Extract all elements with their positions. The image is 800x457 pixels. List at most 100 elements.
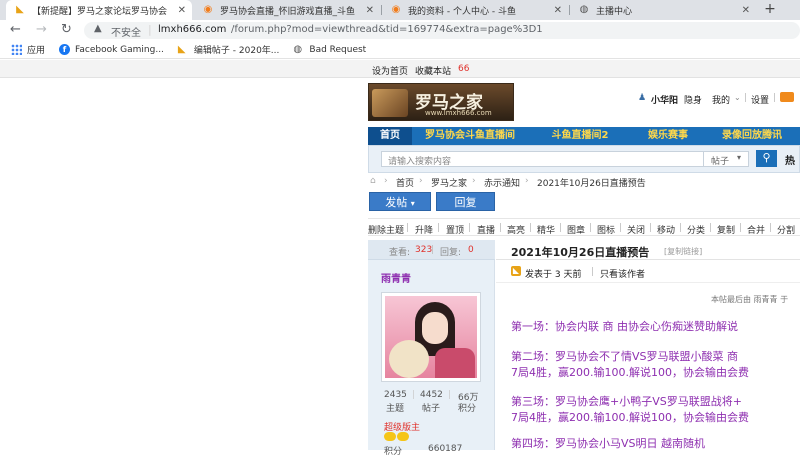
tab-streamer-center[interactable]: ◍ 主播中心 ✕ bbox=[570, 0, 756, 20]
nav-douyu-room-2[interactable]: 斗鱼直播间2 bbox=[528, 127, 632, 145]
tab-my-profile[interactable]: ◉ 我的资料 - 个人中心 - 斗鱼 ✕ bbox=[382, 0, 568, 20]
mod-split[interactable]: 分割 bbox=[777, 223, 795, 236]
search-icon: ⚲ bbox=[762, 151, 771, 164]
post-line: 7局4胜，赢200.输100.解说100，协会输由会费 bbox=[511, 366, 749, 379]
site-logo[interactable]: 罗马之家 www.lmxh666.com bbox=[368, 83, 514, 121]
dropdown-triangle-icon: ▾ bbox=[737, 153, 742, 162]
post-line: 7局4胜，赢200.输100.解说100，协会输由会费 bbox=[511, 411, 749, 424]
mod-category[interactable]: 分类 bbox=[687, 223, 705, 236]
nav-home[interactable]: 首页 bbox=[368, 127, 412, 145]
tab-title: 我的资料 - 个人中心 - 斗鱼 bbox=[408, 6, 516, 17]
breadcrumb-forum[interactable]: 罗马之家 bbox=[431, 176, 467, 189]
tab-title: 主播中心 bbox=[596, 6, 633, 17]
post-line: 第四场：罗马协会小马VS明日 越南随机 bbox=[511, 437, 706, 450]
facebook-icon: f bbox=[59, 44, 71, 55]
message-icon[interactable] bbox=[780, 92, 794, 102]
mod-merge[interactable]: 合并 bbox=[747, 223, 765, 236]
mod-live[interactable]: 直播 bbox=[477, 223, 495, 236]
author-name[interactable]: 雨青青 bbox=[381, 270, 411, 285]
bookmark-edit-post[interactable]: ◣ 编辑帖子 - 2020年... bbox=[178, 43, 279, 56]
my-menu[interactable]: 我的 bbox=[712, 93, 730, 106]
insecure-label[interactable]: 不安全 bbox=[111, 24, 141, 39]
hot-search-label: 热 bbox=[785, 156, 795, 167]
mod-close[interactable]: 关闭 bbox=[627, 223, 645, 236]
nav-replay[interactable]: 录像回放腾讯 bbox=[704, 127, 800, 145]
breadcrumb-section[interactable]: 赤示通知 bbox=[484, 176, 520, 189]
author-only-link[interactable]: 只看该作者 bbox=[600, 267, 645, 280]
tab-title: 【新提醒】罗马之家论坛罗马协会 bbox=[32, 6, 168, 17]
forward-icon[interactable]: → bbox=[36, 22, 47, 38]
nav-esports[interactable]: 娱乐赛事 bbox=[632, 127, 704, 145]
mod-delete-thread[interactable]: 删除主题 bbox=[368, 223, 404, 236]
user-icon: ♟ bbox=[638, 93, 647, 103]
apps-grid-icon bbox=[11, 44, 22, 55]
bookmark-facebook-gaming[interactable]: f Facebook Gaming... bbox=[59, 44, 164, 55]
mod-copy[interactable]: 复制 bbox=[717, 223, 735, 236]
mod-bump[interactable]: 升降 bbox=[415, 223, 433, 236]
mod-icon[interactable]: 图标 bbox=[597, 223, 615, 236]
post-content-column: 2021年10月26日直播预告 [复制链接] ◣ 发表于 3 天前 | 只看该作… bbox=[496, 240, 800, 450]
threads-count[interactable]: 2435 bbox=[384, 390, 407, 400]
avatar[interactable] bbox=[381, 292, 481, 382]
site-top-strip: 设为首页 收藏本站 66 bbox=[0, 60, 800, 78]
user-status[interactable]: 隐身 bbox=[684, 93, 702, 106]
url-domain: lmxh666.com bbox=[158, 24, 227, 35]
replies-count: 0 bbox=[468, 245, 474, 255]
breadcrumb-home[interactable]: 首页 bbox=[396, 176, 414, 189]
breadcrumb: ⌂ › 首页 › 罗马之家 › 赤示通知 › 2021年10月26日直播预告 bbox=[370, 176, 646, 189]
thread-title: 2021年10月26日直播预告 bbox=[511, 246, 650, 259]
url-path: /forum.php?mod=viewthread&tid=169774&ext… bbox=[231, 24, 543, 35]
author-column: 查看: 323 | 回复: 0 雨青青 2435 主题 | 4452 帖子 | … bbox=[368, 240, 495, 457]
mod-move[interactable]: 移动 bbox=[657, 223, 675, 236]
new-tab-button[interactable]: + bbox=[760, 0, 780, 20]
bookmarks-bar: 应用 f Facebook Gaming... ◣ 编辑帖子 - 2020年..… bbox=[0, 41, 800, 59]
author-stats: 2435 主题 | 4452 帖子 | 66万 积分 bbox=[384, 390, 479, 414]
mod-digest[interactable]: 精华 bbox=[537, 223, 555, 236]
post-time: 发表于 3 天前 bbox=[525, 270, 582, 280]
close-tab-icon[interactable]: ✕ bbox=[554, 5, 562, 16]
close-tab-icon[interactable]: ✕ bbox=[178, 5, 186, 16]
post-line: 第一场：协会内联 商 由协会心伤痴迷赞助解说 bbox=[511, 320, 738, 333]
url-omnibox[interactable]: ▲ 不安全 | lmxh666.com /forum.php?mod=viewt… bbox=[84, 22, 800, 39]
reload-icon[interactable]: ↻ bbox=[61, 22, 72, 38]
set-home-link[interactable]: 设为首页 bbox=[372, 64, 408, 77]
copy-link[interactable]: [复制链接] bbox=[664, 246, 702, 257]
search-scope-select[interactable]: 帖子 ▾ bbox=[703, 151, 749, 167]
close-tab-icon[interactable]: ✕ bbox=[742, 5, 750, 16]
back-icon[interactable]: ← bbox=[10, 22, 21, 38]
close-tab-icon[interactable]: ✕ bbox=[366, 5, 374, 16]
rank-star-icon bbox=[384, 432, 396, 441]
online-count: 66 bbox=[458, 64, 470, 74]
tab-douyu-live[interactable]: ◉ 罗马协会直播_怀旧游戏直播_斗鱼 ✕ bbox=[194, 0, 380, 20]
warning-icon[interactable]: ▲ bbox=[94, 23, 102, 34]
views-count: 323 bbox=[415, 245, 433, 255]
chevron-down-icon: ▾ bbox=[410, 199, 415, 208]
browser-tab-bar: ◣ 【新提醒】罗马之家论坛罗马协会 ✕ ◉ 罗马协会直播_怀旧游戏直播_斗鱼 ✕… bbox=[0, 0, 800, 20]
mod-highlight[interactable]: 高亮 bbox=[507, 223, 525, 236]
new-post-button[interactable]: 发帖 ▾ bbox=[369, 192, 431, 211]
globe-icon: ◍ bbox=[293, 44, 303, 55]
home-icon[interactable]: ⌂ bbox=[370, 176, 376, 186]
bookmark-bad-request[interactable]: ◍ Bad Request bbox=[293, 44, 366, 55]
points-value: 660187 bbox=[428, 444, 463, 454]
rank-star-icon bbox=[397, 432, 409, 441]
posts-count[interactable]: 4452 bbox=[420, 390, 443, 400]
bookmark-site-link[interactable]: 收藏本站 bbox=[415, 64, 451, 77]
settings-link[interactable]: 设置 bbox=[751, 93, 769, 106]
search-button[interactable]: ⚲ bbox=[756, 150, 777, 167]
edit-note: 本帖最后由 雨青青 于 bbox=[711, 295, 789, 304]
globe-icon: ◍ bbox=[579, 4, 589, 15]
thread-header: 2021年10月26日直播预告 [复制链接] bbox=[496, 240, 800, 260]
post-line: 第二场：罗马协会不了情VS罗马联盟小酸菜 商 bbox=[511, 350, 739, 363]
search-input[interactable]: 请输入搜索内容 bbox=[381, 151, 707, 167]
mod-sticky[interactable]: 置顶 bbox=[446, 223, 464, 236]
online-status-icon: ◣ bbox=[511, 266, 521, 276]
nav-douyu-room[interactable]: 罗马协会斗鱼直播间 bbox=[412, 127, 528, 145]
tab-roma-forum[interactable]: ◣ 【新提醒】罗马之家论坛罗马协会 ✕ bbox=[6, 0, 192, 20]
forum-page: 罗马之家 www.lmxh666.com ♟ 小华阳 隐身 我的 ⌄ | 设置 … bbox=[368, 78, 800, 457]
points-label: 积分 bbox=[384, 447, 403, 457]
mod-stamp[interactable]: 图章 bbox=[567, 223, 585, 236]
bookmark-apps[interactable]: 应用 bbox=[11, 43, 45, 56]
username-link[interactable]: 小华阳 bbox=[651, 93, 678, 106]
reply-button[interactable]: 回复 bbox=[436, 192, 495, 211]
